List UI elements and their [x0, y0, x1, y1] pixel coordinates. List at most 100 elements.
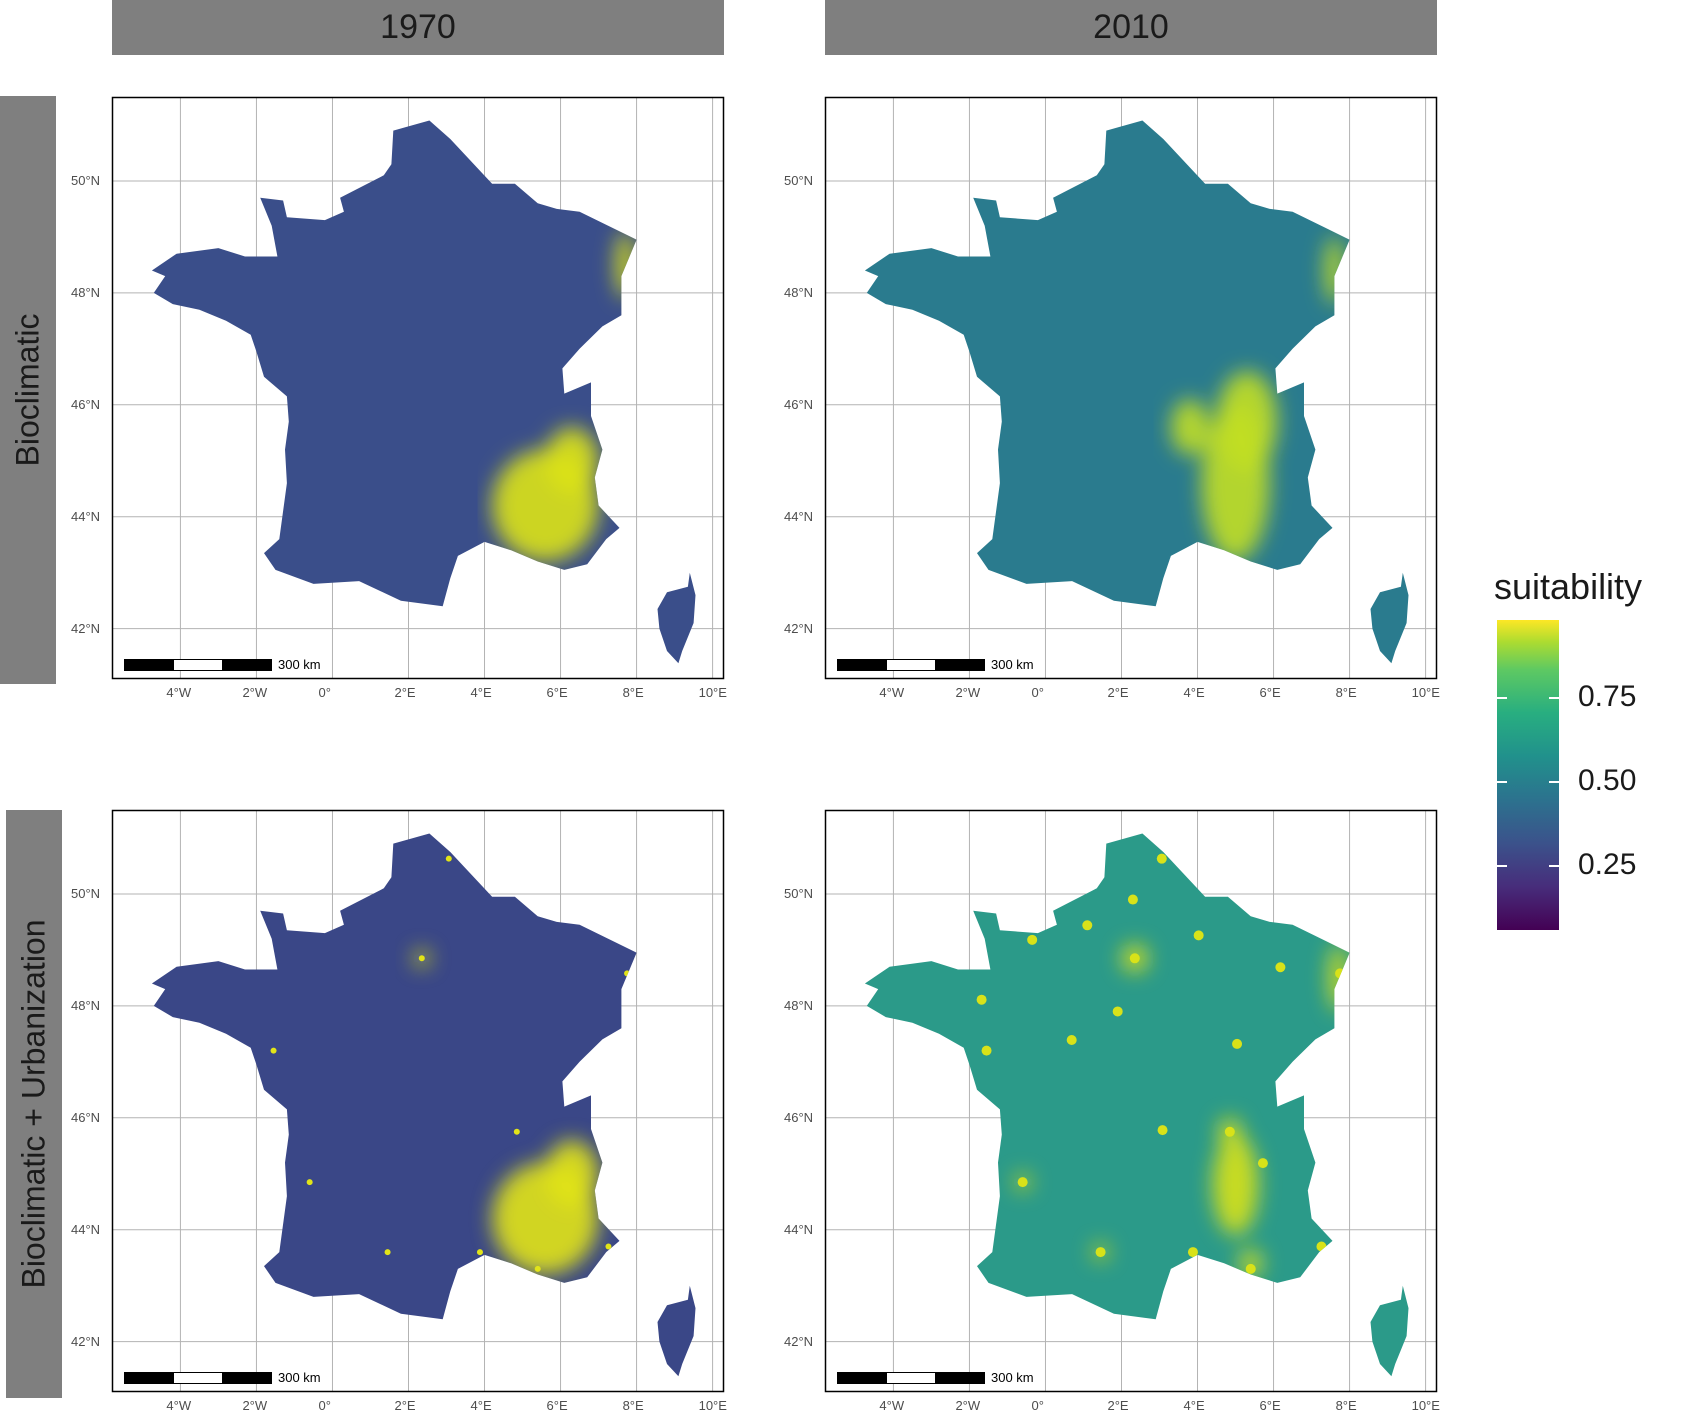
- urban-hotspot: [1245, 1263, 1256, 1274]
- x-tick-label: 0°: [318, 685, 331, 700]
- suitability-hotspot: [1212, 1134, 1259, 1236]
- urban-hotspot: [1275, 962, 1286, 973]
- scale-bar-label: 300 km: [991, 1370, 1034, 1385]
- suitability-hotspot: [545, 1140, 599, 1208]
- x-tick-label: 4°E: [1183, 685, 1205, 700]
- y-tick-label: 42°N: [784, 620, 814, 636]
- x-tick-label: 2°E: [1107, 685, 1129, 700]
- y-tick-label: 48°N: [71, 997, 101, 1013]
- map-panel-urbanization-1970: 4°W 2°W 0° 2°E 4°E 6°E 8°E 10°E 50°N 48°N 46°N 44°N…: [71, 809, 727, 1413]
- scale-bar-segment: [124, 1372, 174, 1384]
- scale-bar-segment: [173, 659, 223, 671]
- legend-tick-mark: [1549, 696, 1559, 699]
- map-panel-urbanization-2010: 4°W 2°W 0° 2°E 4°E 6°E 8°E 10°E 50°N 48°N 46°N 44°N…: [784, 809, 1440, 1413]
- x-tick-label: 4°W: [879, 1398, 905, 1413]
- facet-strip-bioclimatic-urbanization-label: Bioclimatic + Urbanization: [15, 919, 52, 1289]
- x-tick-label: 4°W: [879, 685, 905, 700]
- scale-bar: [124, 1372, 272, 1384]
- x-tick-label: 8°E: [1335, 1398, 1357, 1413]
- scale-bar-segment: [935, 659, 985, 671]
- urban-hotspot: [605, 1243, 612, 1250]
- x-tick-label: 10°E: [1411, 1398, 1440, 1413]
- urban-hotspot: [976, 994, 987, 1005]
- x-tick-label: 2°W: [955, 1398, 981, 1413]
- x-tick-label: 10°E: [698, 685, 727, 700]
- y-tick-label: 46°N: [71, 1109, 101, 1125]
- y-tick-label: 46°N: [71, 396, 101, 412]
- suitability-hotspot: [615, 231, 635, 299]
- y-tick-label: 42°N: [71, 1333, 101, 1349]
- scale-bar: [837, 659, 985, 671]
- x-tick-label: 2°W: [955, 685, 981, 700]
- y-tick-label: 50°N: [71, 172, 101, 188]
- suitability-hotspot: [1324, 236, 1344, 305]
- urban-hotspot: [1017, 1177, 1028, 1188]
- suitability-raster: [151, 833, 696, 1377]
- x-tick-label: 2°E: [394, 1398, 416, 1413]
- legend-tick-mark: [1497, 780, 1507, 783]
- suitability-hotspot: [545, 427, 599, 495]
- x-tick-label: 2°W: [242, 1398, 268, 1413]
- suitability-raster: [864, 833, 1409, 1377]
- map-svg: [824, 809, 1438, 1393]
- y-tick-label: 48°N: [784, 284, 814, 300]
- facet-strip-2010: 2010: [825, 0, 1437, 55]
- legend-tick-mark: [1549, 780, 1559, 783]
- x-tick-label: 8°E: [622, 1398, 644, 1413]
- urban-hotspot: [624, 970, 631, 977]
- urban-hotspot: [418, 955, 425, 962]
- y-tick-label: 48°N: [71, 284, 101, 300]
- urban-hotspot: [1129, 953, 1140, 964]
- urban-hotspot: [1335, 968, 1346, 979]
- y-tick-label: 46°N: [784, 396, 814, 412]
- map-svg: [824, 96, 1438, 680]
- x-tick-label: 0°: [318, 1398, 331, 1413]
- scale-bar-segment: [886, 1372, 936, 1384]
- x-tick-label: 4°W: [166, 685, 192, 700]
- urban-hotspot: [384, 1249, 391, 1256]
- legend-label: 0.25: [1578, 847, 1637, 881]
- x-tick-label: 2°E: [1107, 1398, 1129, 1413]
- facet-strip-1970: 1970: [112, 0, 724, 55]
- x-tick-label: 0°: [1031, 685, 1044, 700]
- map-svg: [111, 809, 725, 1393]
- scale-bar-segment: [124, 659, 174, 671]
- x-tick-label: 2°W: [242, 685, 268, 700]
- scale-bar-segment: [837, 1372, 887, 1384]
- y-tick-label: 50°N: [784, 172, 814, 188]
- x-tick-label: 6°E: [546, 685, 568, 700]
- y-tick-label: 42°N: [784, 1333, 814, 1349]
- x-tick-label: 8°E: [622, 685, 644, 700]
- y-tick-label: 50°N: [71, 885, 101, 901]
- urban-hotspot: [534, 1265, 541, 1272]
- scale-bar-segment: [222, 659, 272, 671]
- y-tick-label: 44°N: [71, 1221, 101, 1237]
- suitability-hotspot: [1216, 371, 1278, 472]
- urban-hotspot: [1187, 1247, 1198, 1258]
- facet-strip-bioclimatic-label: Bioclimatic: [9, 313, 46, 467]
- urban-hotspot: [476, 1249, 483, 1256]
- facet-strip-bioclimatic: Bioclimatic: [0, 96, 56, 684]
- y-tick-label: 50°N: [784, 885, 814, 901]
- scale-bar: [837, 1372, 985, 1384]
- map-panel-bioclimatic-2010: 4°W 2°W 0° 2°E 4°E 6°E 8°E 10°E 50°N 48°N 46°N 44°N…: [784, 96, 1440, 700]
- map-svg: [111, 96, 725, 680]
- urban-hotspot: [1316, 1241, 1327, 1252]
- urban-hotspot: [1257, 1158, 1268, 1169]
- urban-hotspot: [981, 1045, 992, 1056]
- legend-tick-mark: [1497, 696, 1507, 699]
- urban-hotspot: [1066, 1035, 1077, 1046]
- scale-bar-segment: [886, 659, 936, 671]
- urban-hotspot: [1156, 853, 1167, 864]
- scale-bar-label: 300 km: [278, 657, 321, 672]
- x-tick-label: 10°E: [698, 1398, 727, 1413]
- y-tick-label: 46°N: [784, 1109, 814, 1125]
- x-tick-label: 4°E: [1183, 1398, 1205, 1413]
- urban-hotspot: [1224, 1126, 1235, 1137]
- urban-hotspot: [445, 855, 452, 862]
- legend-label: 0.50: [1578, 763, 1637, 797]
- scale-bar-label: 300 km: [278, 1370, 321, 1385]
- scale-bar-segment: [935, 1372, 985, 1384]
- x-tick-label: 10°E: [1411, 685, 1440, 700]
- suitability-raster: [864, 120, 1409, 664]
